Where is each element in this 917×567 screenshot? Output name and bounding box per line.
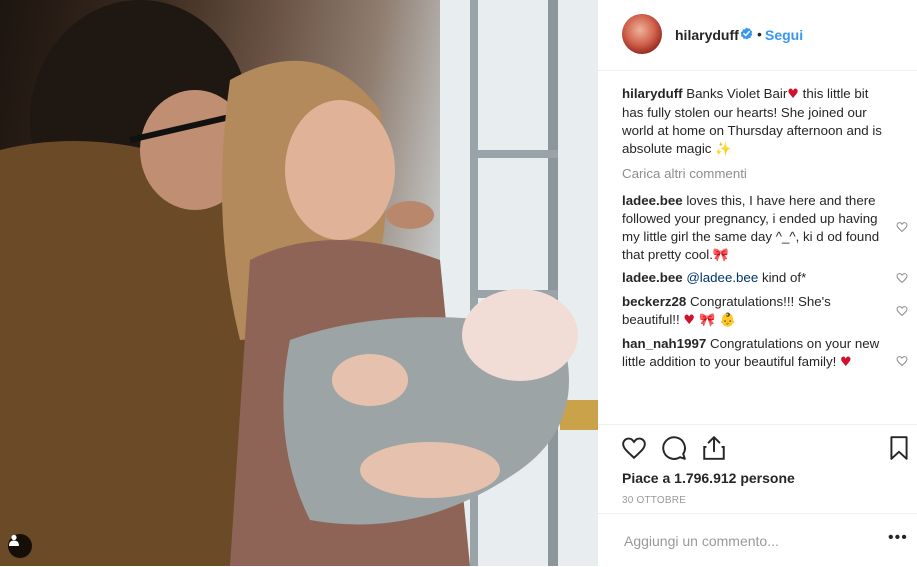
like-comment-heart-icon[interactable] [896,355,908,367]
like-comment-heart-icon[interactable] [896,272,908,284]
follow-button[interactable]: Segui [765,27,803,43]
header-separator: • [757,26,762,42]
add-comment-section: ••• [598,513,917,567]
ribbon-emoji: 🎀 [712,248,730,263]
caption: hilaryduff Banks Violet Bair♥ this littl… [622,85,884,159]
heart-emoji: ♥ [840,355,852,370]
sparkles-emoji: ✨ [715,142,732,157]
caption-text-before: Banks Violet Bair [686,86,788,101]
likes-count[interactable]: Piace a 1.796.912 persone [622,470,795,486]
post-header: hilaryduff • Segui [598,0,917,71]
comment-item: han_nah1997 Congratulations on your new … [622,335,884,372]
caption-username[interactable]: hilaryduff [622,86,683,101]
bookmark-icon[interactable] [886,435,912,461]
comment-mention[interactable]: @ladee.bee [686,270,758,285]
comment-username[interactable]: ladee.bee [622,193,683,208]
comment-input[interactable] [622,530,856,552]
like-comment-heart-icon[interactable] [896,305,908,317]
comment-item: ladee.bee loves this, I have here and th… [622,192,884,265]
post-date[interactable]: 30 OTTOBRE [622,495,686,506]
tag-people-button[interactable] [8,534,32,558]
like-comment-heart-icon[interactable] [896,221,908,233]
more-options-icon[interactable]: ••• [888,530,908,546]
comment-username[interactable]: beckerz28 [622,294,686,309]
share-icon[interactable] [701,435,727,461]
comments-section[interactable]: hilaryduff Banks Violet Bair♥ this littl… [598,70,917,424]
avatar[interactable] [622,14,662,54]
header-username[interactable]: hilaryduff [675,27,739,43]
load-more-comments[interactable]: Carica altri commenti [622,166,747,181]
person-icon [9,534,19,546]
comment-username[interactable]: ladee.bee [622,270,683,285]
comment-item: beckerz28 Congratulations!!! She's beaut… [622,293,884,330]
comment-text: kind of* [761,270,807,285]
comment-username[interactable]: han_nah1997 [622,336,706,351]
post-photo[interactable] [0,0,598,566]
photo-illustration [0,0,598,566]
heart-emoji: ♥ [787,87,799,102]
emoji-group: ♥ 🎀 👶 [683,313,736,328]
post-panel: hilaryduff • Segui hilaryduff Banks Viol… [598,0,917,566]
comment-bubble-icon[interactable] [661,435,687,461]
comment-item: ladee.bee @ladee.bee kind of* [622,269,884,287]
verified-badge-icon [740,27,753,40]
like-heart-icon[interactable] [621,435,647,461]
